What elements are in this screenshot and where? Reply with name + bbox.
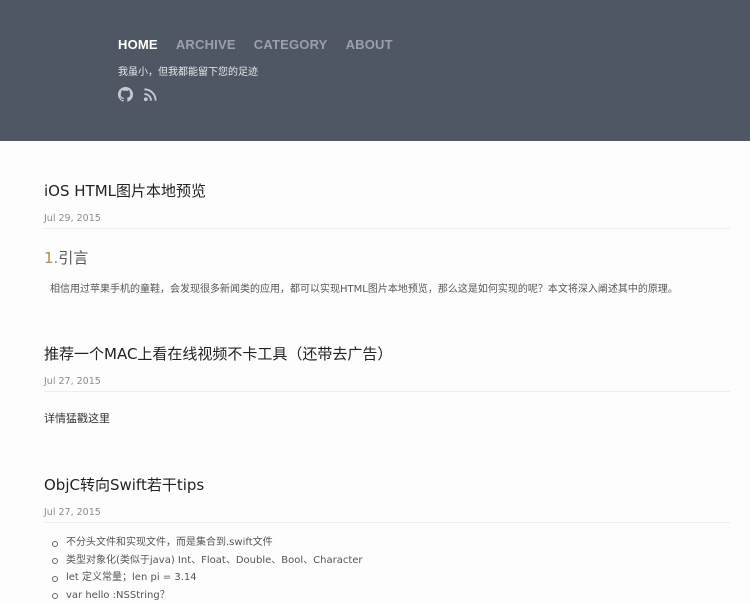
- nav-archive[interactable]: ARCHIVE: [176, 37, 236, 52]
- heading-text: 引言: [58, 249, 88, 267]
- post-item: iOS HTML图片本地预览 Jul 29, 2015 1.引言 相信用过苹果手…: [44, 180, 730, 295]
- post-item: ObjC转向Swift若干tips Jul 27, 2015 不分头文件和实现文…: [44, 474, 730, 604]
- section-heading: 1.引言: [44, 247, 730, 268]
- detail-link[interactable]: 这里: [88, 412, 110, 425]
- list-item: var hello :NSString？: [52, 587, 730, 604]
- post-item: 推荐一个MAC上看在线视频不卡工具（还带去广告） Jul 27, 2015 详情…: [44, 343, 730, 426]
- rss-icon[interactable]: [143, 87, 158, 102]
- main-nav: HOME ARCHIVE CATEGORY ABOUT: [118, 37, 393, 52]
- nav-about[interactable]: ABOUT: [346, 37, 393, 52]
- post-title[interactable]: ObjC转向Swift若干tips: [44, 474, 730, 495]
- tips-list: 不分头文件和实现文件，而是集合到.swift文件 类型对象化(类似于java) …: [44, 534, 730, 604]
- post-date: Jul 27, 2015: [44, 507, 730, 523]
- nav-category[interactable]: CATEGORY: [254, 37, 328, 52]
- github-icon[interactable]: [118, 87, 133, 102]
- post-body: 详情猛戳这里: [44, 410, 730, 426]
- post-title[interactable]: 推荐一个MAC上看在线视频不卡工具（还带去广告）: [44, 343, 730, 364]
- list-item: 不分头文件和实现文件，而是集合到.swift文件: [52, 534, 730, 552]
- nav-home[interactable]: HOME: [118, 37, 158, 52]
- list-item: let 定义常量；len pi = 3.14: [52, 569, 730, 587]
- post-title[interactable]: iOS HTML图片本地预览: [44, 180, 730, 201]
- list-item: 类型对象化(类似于java) Int、Float、Double、Bool、Cha…: [52, 552, 730, 570]
- post-date: Jul 27, 2015: [44, 376, 730, 392]
- post-body-text: 详情猛戳: [44, 412, 88, 425]
- heading-number: 1.: [44, 249, 58, 267]
- post-date: Jul 29, 2015: [44, 213, 730, 229]
- post-excerpt: 相信用过苹果手机的童鞋，会发现很多新闻类的应用，都可以实现HTML图片本地预览，…: [44, 280, 730, 295]
- site-header: HOME ARCHIVE CATEGORY ABOUT 我虽小，但我都能留下您的…: [0, 0, 750, 141]
- site-tagline: 我虽小，但我都能留下您的足迹: [118, 63, 258, 78]
- social-links: [118, 87, 158, 102]
